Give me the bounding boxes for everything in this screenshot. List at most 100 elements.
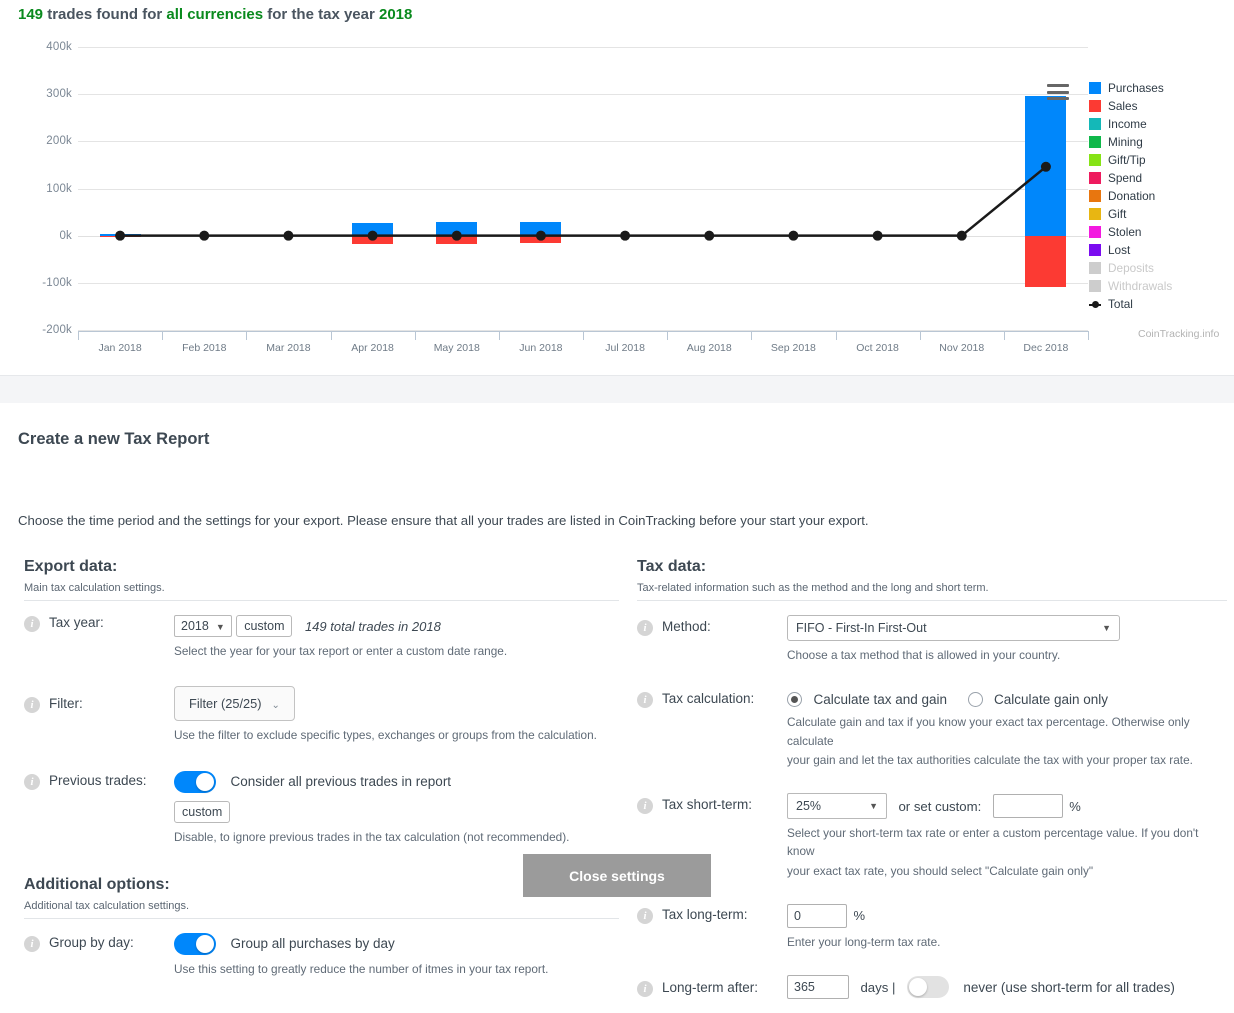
row-previous-trades: i Previous trades: Consider all previous… (24, 770, 619, 846)
total-data-point[interactable] (535, 230, 546, 241)
long-term-after-label-text: Long-term after: (662, 980, 759, 996)
legend-item-lost[interactable]: Lost (1089, 241, 1234, 259)
tax-year-label-text: Tax year: (49, 615, 104, 630)
info-icon[interactable]: i (24, 697, 40, 714)
currencies-label: all currencies (166, 6, 264, 23)
tax-year-custom-button[interactable]: custom (236, 615, 293, 637)
x-axis-tick-label: Jul 2018 (605, 342, 645, 354)
y-axis-tick-label: -200k (42, 324, 72, 336)
radio-calculate-gain-only[interactable] (967, 691, 983, 707)
previous-trades-label-text: Previous trades: (49, 772, 147, 788)
divider (637, 600, 1227, 601)
group-by-day-toggle[interactable] (174, 932, 216, 955)
legend-swatch (1089, 136, 1101, 148)
tax-long-term-hint: Enter your long-term tax rate. (787, 934, 941, 949)
total-data-point[interactable] (788, 230, 799, 241)
legend-item-total[interactable]: Total (1089, 295, 1234, 313)
total-data-point[interactable] (704, 230, 715, 241)
legend-item-deposits[interactable]: Deposits (1089, 259, 1234, 277)
legend-item-purchases[interactable]: Purchases (1089, 79, 1234, 97)
long-term-never-toggle[interactable] (906, 976, 949, 999)
total-data-point[interactable] (367, 230, 378, 241)
tax-year-select[interactable]: 2018 ▼ (174, 615, 232, 637)
x-axis-tick (499, 331, 500, 340)
total-line-series (115, 161, 1051, 241)
legend-item-mining[interactable]: Mining (1089, 133, 1234, 151)
total-data-point[interactable] (199, 230, 210, 241)
legend-label: Sales (1108, 99, 1138, 113)
legend-item-income[interactable]: Income (1089, 115, 1234, 133)
x-axis-tick-label: Jan 2018 (98, 342, 142, 354)
tax-year-row-label: i Tax year: (24, 615, 104, 632)
hamburger-menu-icon[interactable] (1047, 84, 1069, 100)
filter-button[interactable]: Filter (25/25) ⌄ (174, 686, 295, 722)
tax-long-term-controls: % Enter your long-term tax rate. (787, 903, 1227, 951)
info-icon[interactable]: i (24, 773, 40, 790)
x-axis-tick (1004, 331, 1005, 340)
legend-item-sales[interactable]: Sales (1089, 97, 1234, 115)
tax-long-term-input[interactable] (787, 903, 847, 928)
legend-item-donation[interactable]: Donation (1089, 187, 1234, 205)
panel-intro-text: Choose the time period and the settings … (18, 513, 869, 528)
info-icon[interactable]: i (637, 981, 653, 998)
tax-short-term-custom-input[interactable] (992, 794, 1063, 819)
long-term-after-days-input[interactable] (787, 975, 849, 1000)
total-data-point[interactable] (283, 230, 294, 241)
method-select[interactable]: FIFO - First-In First-Out ▼ (787, 615, 1120, 641)
info-icon[interactable]: i (24, 616, 40, 632)
tax-calculation-row-label: i Tax calculation: (637, 691, 755, 709)
row-tax-calculation: i Tax calculation: Calculate tax and gai… (637, 690, 1227, 769)
legend-label: Gift (1108, 207, 1127, 221)
total-data-point[interactable] (451, 230, 462, 241)
radio-calculate-tax-and-gain[interactable] (787, 691, 802, 707)
info-icon[interactable]: i (637, 692, 653, 709)
legend-item-spend[interactable]: Spend (1089, 169, 1234, 187)
method-hint: Choose a tax method that is allowed in y… (787, 648, 1061, 662)
x-axis-tick-label: Mar 2018 (266, 342, 311, 354)
method-controls: FIFO - First-In First-Out ▼ Choose a tax … (787, 615, 1227, 664)
legend-swatch (1089, 208, 1101, 220)
x-axis-tick-label: Sep 2018 (770, 342, 816, 354)
chart-credit: CoinTracking.info (1138, 328, 1220, 340)
legend-item-withdrawals[interactable]: Withdrawals (1089, 277, 1234, 295)
tax-calculation-label-text: Tax calculation: (662, 691, 755, 707)
total-data-point[interactable] (115, 230, 126, 241)
previous-trades-toggle[interactable] (174, 770, 216, 793)
legend-item-stolen[interactable]: Stolen (1089, 223, 1234, 241)
y-axis-tick-label: 0k (59, 229, 72, 242)
chart-plot-area (78, 47, 1088, 331)
tax-data-subtitle: Tax-related information such as the meth… (637, 582, 989, 594)
previous-trades-hint: Disable, to ignore previous trades in th… (174, 829, 570, 844)
previous-trades-custom-button[interactable]: custom (174, 800, 231, 823)
export-data-title: Export data: (24, 558, 118, 575)
y-axis-tick-label: 200k (46, 135, 72, 148)
tax-data-title: Tax data: (637, 558, 707, 575)
row-long-term-after: i Long-term after: days | never (use sho… (637, 975, 1227, 1000)
info-icon[interactable]: i (637, 907, 653, 924)
legend-label: Mining (1108, 135, 1143, 149)
legend-label: Gift/Tip (1108, 153, 1146, 167)
row-tax-long-term: i Tax long-term: % Enter your long-term … (637, 903, 1227, 951)
total-data-point[interactable] (872, 230, 883, 241)
group-by-day-controls: Group all purchases by day Use this sett… (174, 932, 619, 978)
info-icon[interactable]: i (637, 620, 653, 636)
group-by-day-hint: Use this setting to greatly reduce the n… (174, 961, 549, 976)
x-axis-tick-label: Dec 2018 (1023, 342, 1069, 354)
total-data-point[interactable] (620, 230, 631, 241)
chevron-down-icon: ▼ (869, 801, 878, 812)
info-icon[interactable]: i (24, 935, 40, 952)
total-data-point[interactable] (1040, 161, 1051, 172)
x-axis-tick-label: Feb 2018 (182, 342, 227, 354)
legend-item-gift-tip[interactable]: Gift/Tip (1089, 151, 1234, 169)
legend-swatch (1089, 244, 1101, 256)
tax-short-term-select[interactable]: 25% ▼ (787, 793, 887, 820)
y-axis-tick-label: 400k (46, 41, 72, 53)
legend-swatch (1089, 82, 1101, 94)
tax-year-select-value: 2018 (181, 619, 209, 633)
info-icon[interactable]: i (637, 798, 653, 815)
legend-label: Income (1108, 117, 1147, 131)
chevron-down-icon: ▼ (215, 622, 225, 632)
total-data-point[interactable] (956, 230, 967, 241)
export-data-subtitle: Main tax calculation settings. (24, 582, 165, 594)
legend-item-gift[interactable]: Gift (1089, 205, 1234, 223)
